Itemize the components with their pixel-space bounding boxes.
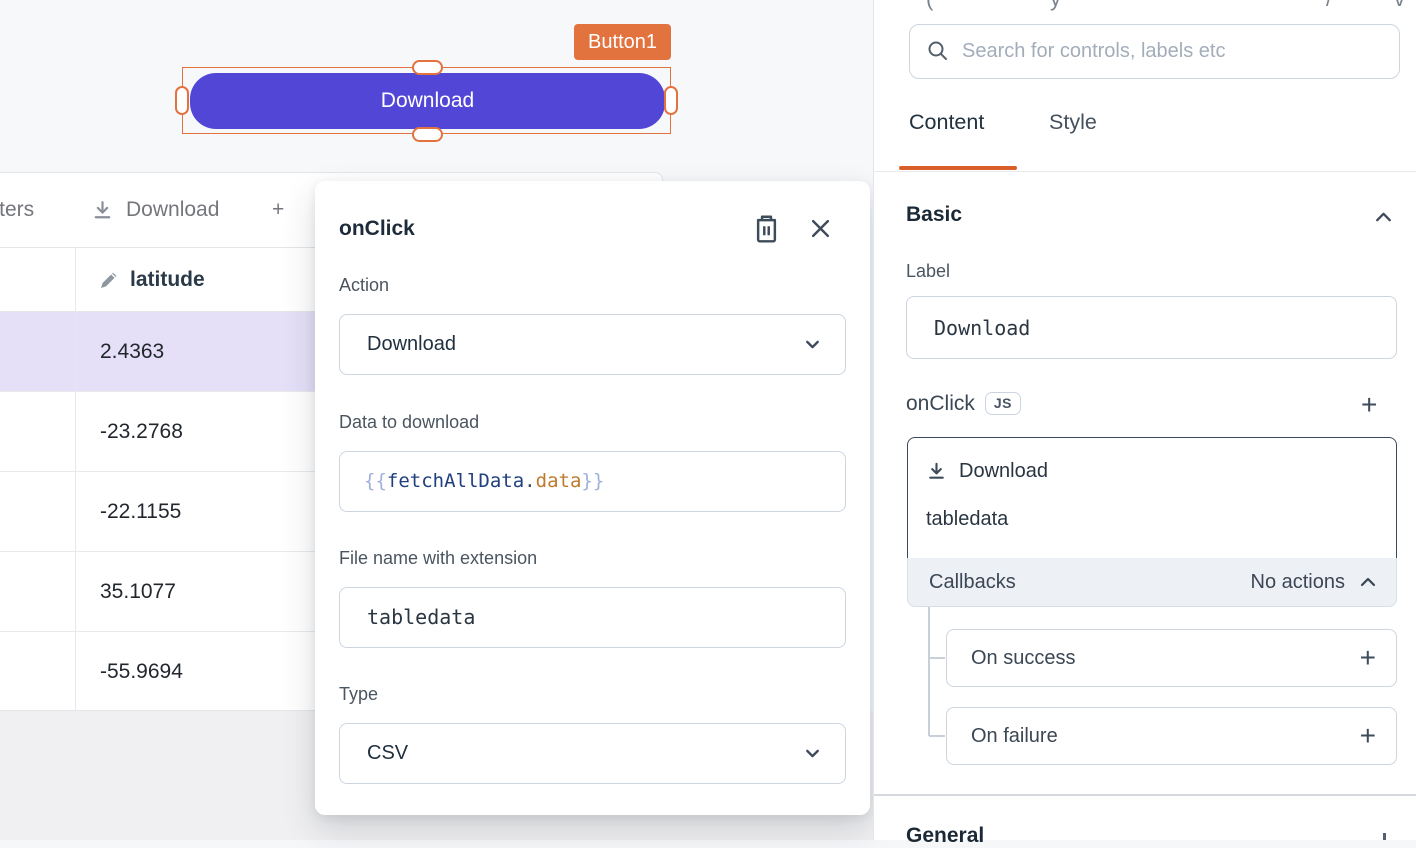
label-field-input[interactable] (906, 296, 1397, 359)
download-button-widget[interactable]: Download (190, 73, 665, 129)
add-success-action-button[interactable]: + (1360, 644, 1376, 672)
property-pane: ( y / v Content Style Basic Label onClic… (873, 0, 1416, 840)
card-action-name: Download (959, 460, 1048, 483)
type-label: Type (339, 684, 378, 705)
close-popup-button[interactable] (803, 211, 837, 245)
close-icon (810, 218, 831, 239)
active-tab-underline (899, 166, 1017, 170)
tree-connector-stub (929, 735, 945, 737)
on-failure-row[interactable]: On failure + (946, 707, 1397, 765)
add-action-button[interactable]: + (1361, 391, 1377, 419)
clipped-header-fragments: ( y / v (874, 0, 1416, 13)
callbacks-toggle[interactable]: Callbacks No actions (907, 558, 1397, 607)
edit-pencil-icon (98, 269, 120, 291)
label-field-label: Label (906, 261, 950, 282)
action-select[interactable]: Download (339, 314, 846, 375)
chevron-down-icon (802, 334, 823, 355)
js-toggle-badge[interactable]: JS (985, 392, 1021, 415)
clipped-chevron-fragment (1383, 833, 1386, 840)
no-actions-label: No actions (1251, 571, 1346, 594)
search-input[interactable] (909, 24, 1400, 79)
tab-style[interactable]: Style (1049, 110, 1097, 135)
cell-latitude[interactable]: -23.2768 (100, 392, 183, 471)
filename-label: File name with extension (339, 548, 537, 569)
tabs-divider (874, 171, 1416, 172)
type-select[interactable]: CSV (339, 723, 846, 784)
column-header-latitude[interactable]: latitude (130, 248, 205, 311)
section-divider (874, 794, 1416, 796)
chevron-up-icon (1358, 574, 1378, 590)
callbacks-label: Callbacks (929, 571, 1016, 594)
table-download-label: Download (126, 173, 219, 247)
card-action-row: Download (925, 460, 1048, 483)
section-general[interactable]: General (906, 824, 984, 848)
data-to-download-label: Data to download (339, 412, 479, 433)
code-dot: . (524, 470, 535, 492)
chevron-down-icon (802, 743, 823, 764)
cell-latitude[interactable]: 35.1077 (100, 552, 176, 631)
table-add-row-button[interactable]: + (272, 173, 284, 247)
action-label: Action (339, 275, 389, 296)
tree-connector-vertical (928, 607, 930, 736)
onclick-action-popup: onClick Action Download Data to download… (315, 181, 870, 815)
cell-latitude[interactable]: -55.9694 (100, 632, 183, 711)
code-close-brace: }} (581, 470, 604, 492)
on-failure-label: On failure (971, 725, 1058, 748)
popup-title: onClick (339, 217, 415, 241)
data-to-download-input[interactable]: {{fetchAllData.data}} (339, 451, 846, 512)
table-filters-button[interactable]: Filters (0, 173, 34, 247)
onclick-property-label: onClickJS (906, 392, 1021, 416)
resize-handle-left[interactable] (175, 86, 189, 115)
action-select-value: Download (367, 315, 456, 374)
card-action-filename: tabledata (926, 508, 1008, 531)
download-icon (90, 198, 115, 223)
code-entity: fetchAllData (387, 470, 524, 492)
filename-input[interactable]: tabledata (339, 587, 846, 648)
code-open-brace: {{ (364, 470, 387, 492)
tree-connector-stub (929, 657, 945, 659)
code-property: data (536, 470, 582, 492)
delete-action-button[interactable] (749, 210, 783, 246)
type-select-value: CSV (367, 724, 408, 783)
resize-handle-right[interactable] (664, 86, 678, 115)
resize-handle-top[interactable] (412, 60, 443, 75)
chevron-up-icon[interactable] (1373, 208, 1394, 226)
resize-handle-bottom[interactable] (412, 127, 443, 142)
widget-name-tag[interactable]: Button1 (574, 24, 671, 60)
section-basic[interactable]: Basic (906, 203, 962, 227)
tab-content[interactable]: Content (909, 110, 984, 135)
onclick-action-card[interactable]: Download tabledata (907, 437, 1397, 559)
search-icon (926, 39, 950, 63)
table-column-divider (75, 247, 76, 711)
trash-icon (753, 214, 780, 243)
table-download-button[interactable]: Download (90, 173, 219, 247)
cell-latitude[interactable]: 2.4363 (100, 312, 164, 391)
add-failure-action-button[interactable]: + (1360, 722, 1376, 750)
download-icon (925, 460, 948, 483)
cell-latitude[interactable]: -22.1155 (100, 472, 181, 551)
on-success-label: On success (971, 647, 1075, 670)
filename-value: tabledata (367, 588, 475, 647)
on-success-row[interactable]: On success + (946, 629, 1397, 687)
